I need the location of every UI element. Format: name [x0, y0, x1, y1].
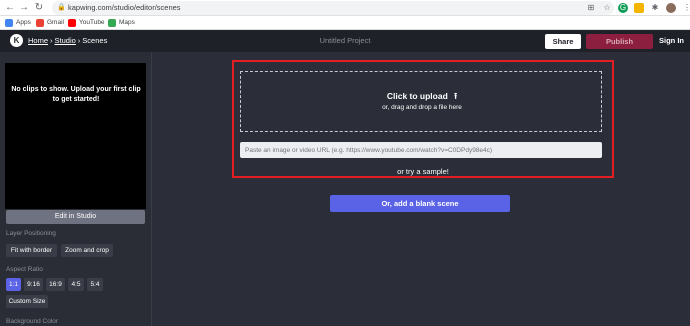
aspect-4-5-button[interactable]: 4:5 — [68, 278, 84, 291]
bookmarks-bar: Apps Gmail YouTube Maps — [0, 16, 690, 30]
zoom-and-crop-button[interactable]: Zoom and crop — [61, 244, 113, 257]
browser-toolbar: ← → ↻ 🔒 kapwing.com/studio/editor/scenes… — [0, 0, 690, 16]
kebab-menu-icon[interactable]: ⋮ — [682, 3, 690, 13]
aspect-16-9-button[interactable]: 16:9 — [46, 278, 65, 291]
forward-arrow-icon[interactable]: → — [18, 2, 30, 14]
background-color-label: Background Color — [6, 318, 59, 325]
upload-panel: Click to upload ⭱ or, drag and drop a fi… — [232, 60, 614, 178]
apps-grid-icon — [5, 19, 13, 27]
breadcrumb: Home › Studio › Scenes — [28, 30, 107, 52]
aspect-1-1-button[interactable]: 1:1 — [6, 278, 21, 291]
maps-pin-icon — [108, 19, 116, 27]
aspect-5-4-button[interactable]: 5:4 — [87, 278, 103, 291]
address-bar[interactable]: 🔒 kapwing.com/studio/editor/scenes — [52, 1, 614, 15]
app-header: K Home › Studio › Scenes Untitled Projec… — [0, 30, 690, 52]
project-title[interactable]: Untitled Project — [300, 30, 390, 52]
breadcrumb-scenes: Scenes — [82, 36, 108, 45]
bookmark-maps[interactable]: Maps — [108, 18, 135, 28]
publish-button[interactable]: Publish — [586, 34, 653, 49]
youtube-icon — [68, 19, 76, 27]
gmail-icon — [36, 19, 44, 27]
breadcrumb-home[interactable]: Home — [28, 30, 48, 52]
breadcrumb-studio[interactable]: Studio — [55, 30, 76, 52]
preview-canvas: No clips to show. Upload your first clip… — [5, 63, 146, 209]
puzzle-icon[interactable]: ✱ — [650, 3, 660, 13]
upload-arrow-icon: ⭱ — [454, 91, 458, 101]
breadcrumb-separator: › — [50, 36, 53, 45]
layer-positioning-label: Layer Positioning — [6, 230, 56, 237]
bookmark-gmail[interactable]: Gmail — [36, 18, 64, 28]
sign-in-link[interactable]: Sign In — [659, 30, 684, 52]
lock-icon: 🔒 — [57, 4, 66, 11]
back-arrow-icon[interactable]: ← — [4, 2, 16, 14]
profile-avatar-icon[interactable] — [666, 3, 676, 13]
upload-dropzone[interactable]: Click to upload ⭱ or, drag and drop a fi… — [240, 71, 602, 132]
custom-size-button[interactable]: Custom Size — [6, 295, 48, 308]
sidebar: No clips to show. Upload your first clip… — [0, 52, 152, 326]
url-text: kapwing.com/studio/editor/scenes — [68, 3, 181, 12]
translate-icon[interactable]: ⊞ — [586, 3, 596, 13]
kapwing-logo-icon[interactable]: K — [10, 34, 23, 47]
click-to-upload-text: Click to upload ⭱ — [386, 91, 458, 101]
fit-with-border-button[interactable]: Fit with border — [6, 244, 57, 257]
extension-icons: ⊞ ☆ G ✱ ⋮ — [586, 2, 690, 14]
edit-in-studio-button[interactable]: Edit in Studio — [6, 210, 145, 224]
star-icon[interactable]: ☆ — [602, 3, 612, 13]
bookmark-apps[interactable]: Apps — [5, 18, 31, 28]
extension-note-icon[interactable] — [634, 3, 644, 13]
bookmark-youtube[interactable]: YouTube — [68, 18, 105, 28]
add-blank-scene-button[interactable]: Or, add a blank scene — [330, 195, 510, 212]
reload-icon[interactable]: ↻ — [33, 2, 45, 14]
empty-preview-message: No clips to show. Upload your first clip… — [11, 86, 141, 103]
aspect-9-16-button[interactable]: 9:16 — [24, 278, 43, 291]
aspect-ratio-label: Aspect Ratio — [6, 266, 43, 273]
extension-g-icon[interactable]: G — [618, 3, 628, 13]
drag-drop-hint: or, drag and drop a file here — [382, 104, 462, 111]
try-sample-link[interactable]: or try a sample! — [234, 167, 612, 176]
breadcrumb-separator: › — [77, 36, 81, 45]
media-url-input[interactable] — [240, 142, 602, 158]
share-button[interactable]: Share — [545, 34, 581, 49]
